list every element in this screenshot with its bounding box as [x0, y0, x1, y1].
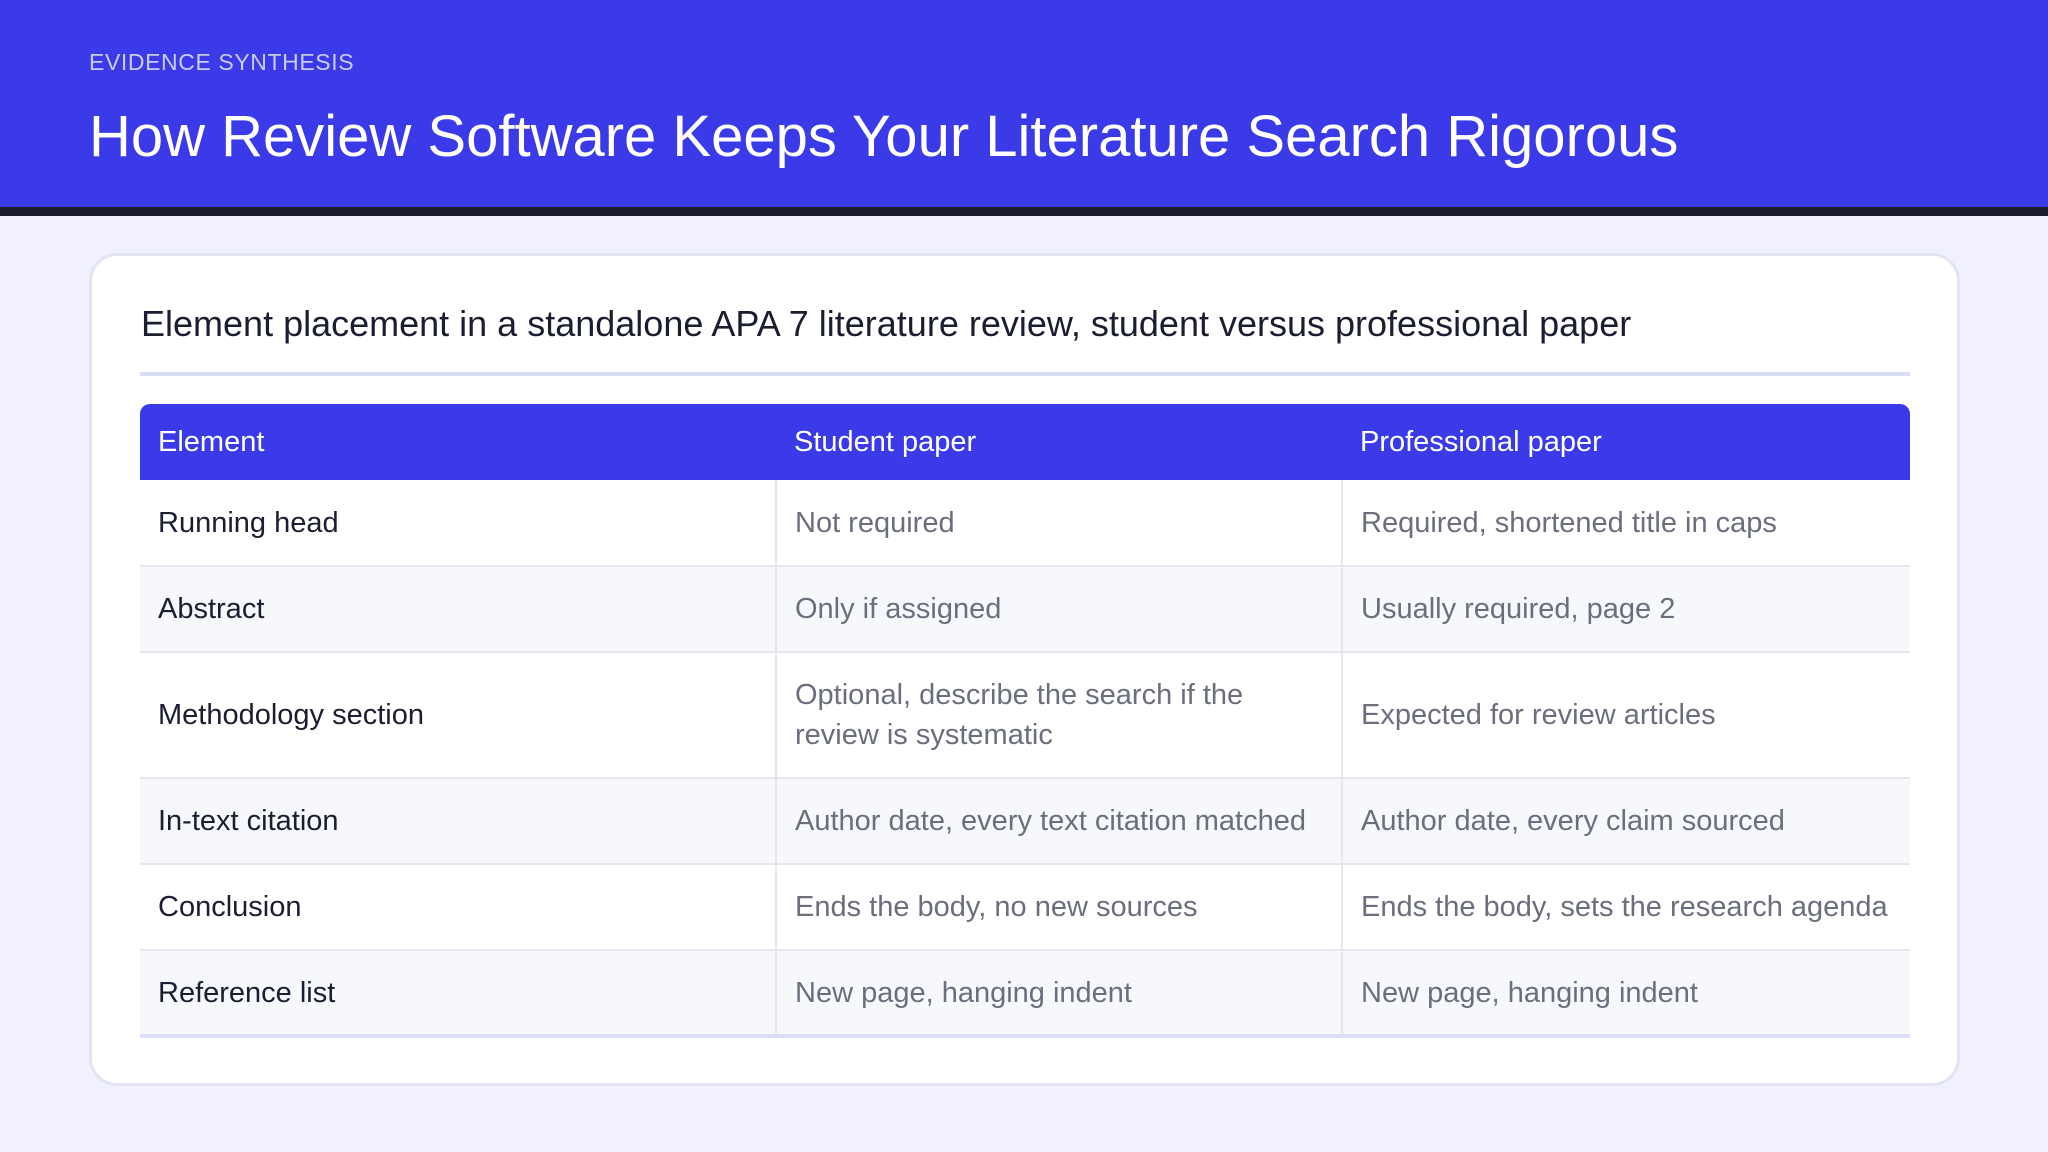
element-cell: In-text citation — [158, 805, 339, 837]
page-title: How Review Software Keeps Your Literatur… — [89, 104, 1679, 169]
element-cell: Abstract — [158, 593, 265, 625]
element-cell: Running head — [158, 506, 339, 539]
student-cell: Ends the body, no new sources — [775, 864, 1342, 950]
professional-cell: New page, hanging indent — [1341, 950, 1910, 1036]
comparison-table: Element Student paper Professional paper… — [140, 404, 1910, 1038]
caption-divider — [140, 372, 1910, 376]
table-row: In-text citation Author date, every text… — [140, 778, 1910, 864]
column-header-professional: Professional paper — [1360, 425, 1602, 458]
professional-cell: Ends the body, sets the research agenda — [1341, 864, 1910, 950]
professional-cell: Usually required, page 2 — [1341, 566, 1910, 652]
section-eyebrow: EVIDENCE SYNTHESIS — [89, 49, 355, 75]
element-cell: Methodology section — [158, 699, 424, 731]
table-row: Conclusion Ends the body, no new sources… — [140, 864, 1910, 950]
header-banner: EVIDENCE SYNTHESIS How Review Software K… — [0, 0, 2048, 216]
professional-cell: Required, shortened title in caps — [1341, 480, 1910, 566]
column-header-student: Student paper — [794, 425, 977, 458]
table-header: Element Student paper Professional paper — [140, 404, 1910, 480]
table-caption: Element placement in a standalone APA 7 … — [141, 303, 1632, 344]
student-cell: New page, hanging indent — [775, 950, 1342, 1036]
column-header-element: Element — [158, 425, 265, 458]
table-body: Running head Not required Required, shor… — [140, 480, 1910, 1036]
element-cell: Conclusion — [158, 891, 302, 923]
table-row: Abstract Only if assigned Usually requir… — [140, 566, 1910, 652]
student-cell: Not required — [775, 480, 1342, 566]
student-cell: Only if assigned — [775, 566, 1342, 652]
professional-cell: Author date, every claim sourced — [1341, 778, 1910, 864]
table-row: Methodology section Optional, describe t… — [140, 652, 1910, 778]
table-header-row: Element Student paper Professional paper — [140, 404, 1910, 480]
student-cell: Author date, every text citation matched — [775, 778, 1342, 864]
table-row: Reference list New page, hanging indent … — [140, 950, 1910, 1036]
table-row: Running head Not required Required, shor… — [140, 480, 1910, 566]
student-cell: Optional, describe the search if the rev… — [775, 652, 1342, 778]
element-cell: Reference list — [158, 976, 336, 1009]
professional-cell: Expected for review articles — [1341, 652, 1910, 778]
